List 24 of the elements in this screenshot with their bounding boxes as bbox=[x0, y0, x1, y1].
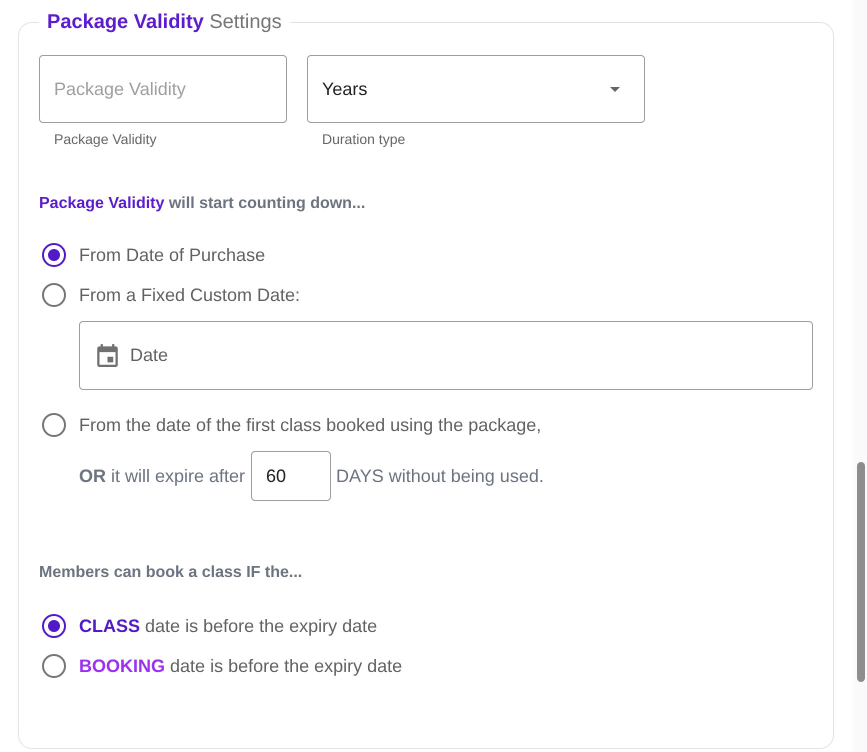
date-field[interactable]: Date bbox=[79, 321, 813, 390]
duration-select[interactable]: Years bbox=[307, 55, 645, 123]
radio-button[interactable] bbox=[42, 243, 66, 267]
package-validity-input[interactable]: Package Validity bbox=[39, 55, 287, 123]
scrollbar-thumb[interactable] bbox=[856, 462, 864, 682]
section-heading: Package Validity will start counting down... bbox=[39, 194, 366, 214]
expiry-suffix: DAYS without being used. bbox=[336, 465, 544, 487]
radio-button[interactable] bbox=[42, 413, 66, 437]
option-label: From Date of Purchase bbox=[79, 244, 266, 266]
helper-text: Duration type bbox=[322, 131, 406, 147]
option-label: From a Fixed Custom Date: bbox=[79, 284, 300, 306]
caret-icon bbox=[610, 86, 620, 92]
option-label: BOOKING date is before the expiry date bbox=[79, 655, 402, 677]
radio-button[interactable] bbox=[42, 654, 66, 678]
radio-button[interactable] bbox=[42, 283, 66, 307]
radio-button[interactable] bbox=[42, 614, 66, 638]
helper-text: Package Validity bbox=[54, 131, 156, 147]
section-heading: Members can book a class IF the... bbox=[39, 563, 302, 583]
option-label: From the date of the first class booked using the package, bbox=[79, 414, 542, 436]
expiry-prefix: OR it will expire after bbox=[79, 465, 246, 487]
calendar-icon bbox=[97, 343, 118, 367]
days-input[interactable]: 60 bbox=[251, 451, 332, 501]
panel-title: Package Validity Settings bbox=[46, 10, 283, 34]
option-label: CLASS date is before the expiry date bbox=[79, 615, 378, 637]
